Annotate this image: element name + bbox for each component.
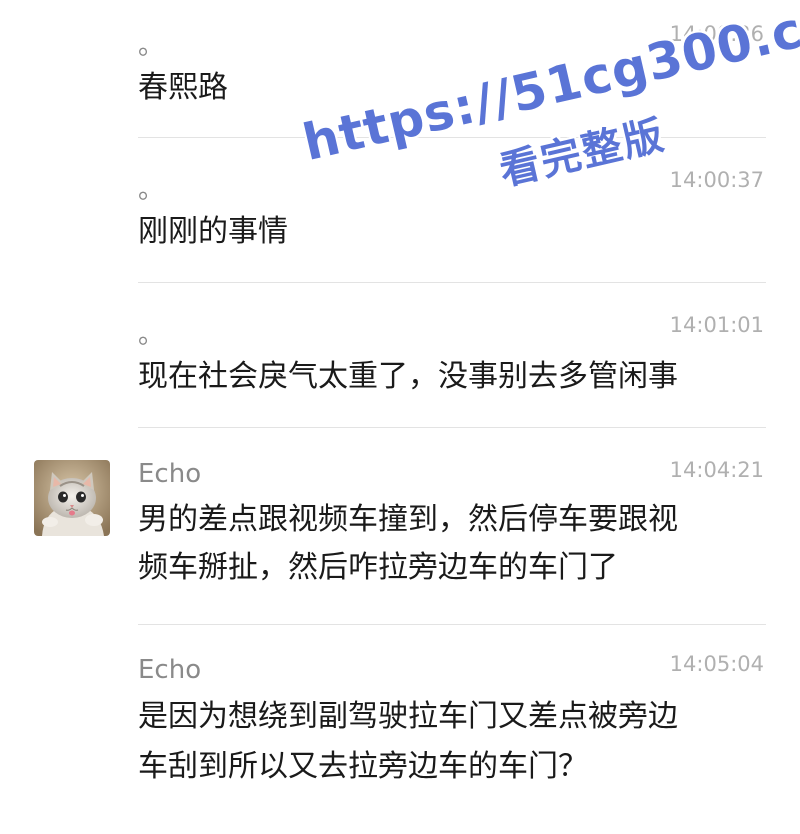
message-prefix: 。 xyxy=(138,320,165,350)
message-prefix: 。 xyxy=(138,175,165,205)
message-item[interactable]: 。 14:00:36 春熙路 xyxy=(0,0,800,138)
message-text-line: 春熙路 xyxy=(138,70,228,105)
message-time: 14:01:01 xyxy=(669,313,764,337)
message-prefix: 。 xyxy=(138,31,165,61)
message-item[interactable]: 。 14:01:01 现在社会戾气太重了，没事别去多管闲事 xyxy=(0,283,800,427)
message-time: 14:00:36 xyxy=(669,22,764,46)
message-item[interactable]: Echo 14:04:21 男的差点跟视频车撞到，然后停车要跟视 频车掰扯，然后… xyxy=(0,428,800,624)
message-text-line: 频车掰扯，然后咋拉旁边车的车门了 xyxy=(138,550,618,585)
message-text-line: 刚刚的事情 xyxy=(138,214,288,249)
message-text-line: 车刮到所以又去拉旁边车的车门？ xyxy=(138,749,588,784)
cat-photo-avatar[interactable] xyxy=(34,460,110,536)
cat-avatar-icon xyxy=(34,460,110,536)
message-text-line: 男的差点跟视频车撞到，然后停车要跟视 xyxy=(138,502,678,537)
sender-name[interactable]: Echo xyxy=(138,458,201,490)
message-text-line: 是因为想绕到副驾驶拉车门又差点被旁边 xyxy=(138,699,678,734)
message-time: 14:05:04 xyxy=(669,652,764,676)
chat-message-list: 。 14:00:36 春熙路 。 14:00:37 刚刚的事情 。 14:01:… xyxy=(0,0,800,834)
message-text-line: 现在社会戾气太重了，没事别去多管闲事 xyxy=(138,359,678,394)
message-item[interactable]: Echo 14:05:04 是因为想绕到副驾驶拉车门又差点被旁边 车刮到所以又去… xyxy=(0,625,800,834)
sender-name[interactable]: Echo xyxy=(138,654,201,686)
message-time: 14:00:37 xyxy=(669,168,764,192)
message-time: 14:04:21 xyxy=(669,458,764,482)
message-item[interactable]: 。 14:00:37 刚刚的事情 xyxy=(0,138,800,282)
